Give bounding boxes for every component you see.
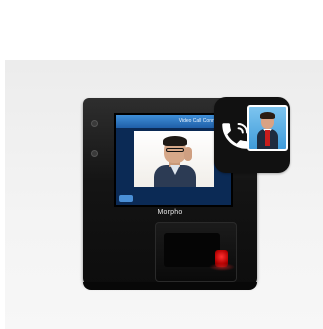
fingerprint-sensor-window [164,233,235,271]
caller-hair [163,136,187,146]
caller-glasses [166,148,184,152]
video-call-feed [134,131,214,187]
video-call-app-icon [214,97,290,173]
screen-back-button[interactable] [119,195,133,202]
brand-logo: Morpho [157,209,183,216]
caller-hand [184,147,192,161]
device-base-rim [83,282,257,290]
bezel-sensor-dot [91,120,98,127]
contact-hair [260,112,275,119]
fingerprint-sensor-housing [155,222,237,282]
contact-portrait-icon [247,105,288,151]
contact-tie [265,130,270,146]
sensor-glow [209,263,235,271]
bezel-sensor-dot [91,150,98,157]
